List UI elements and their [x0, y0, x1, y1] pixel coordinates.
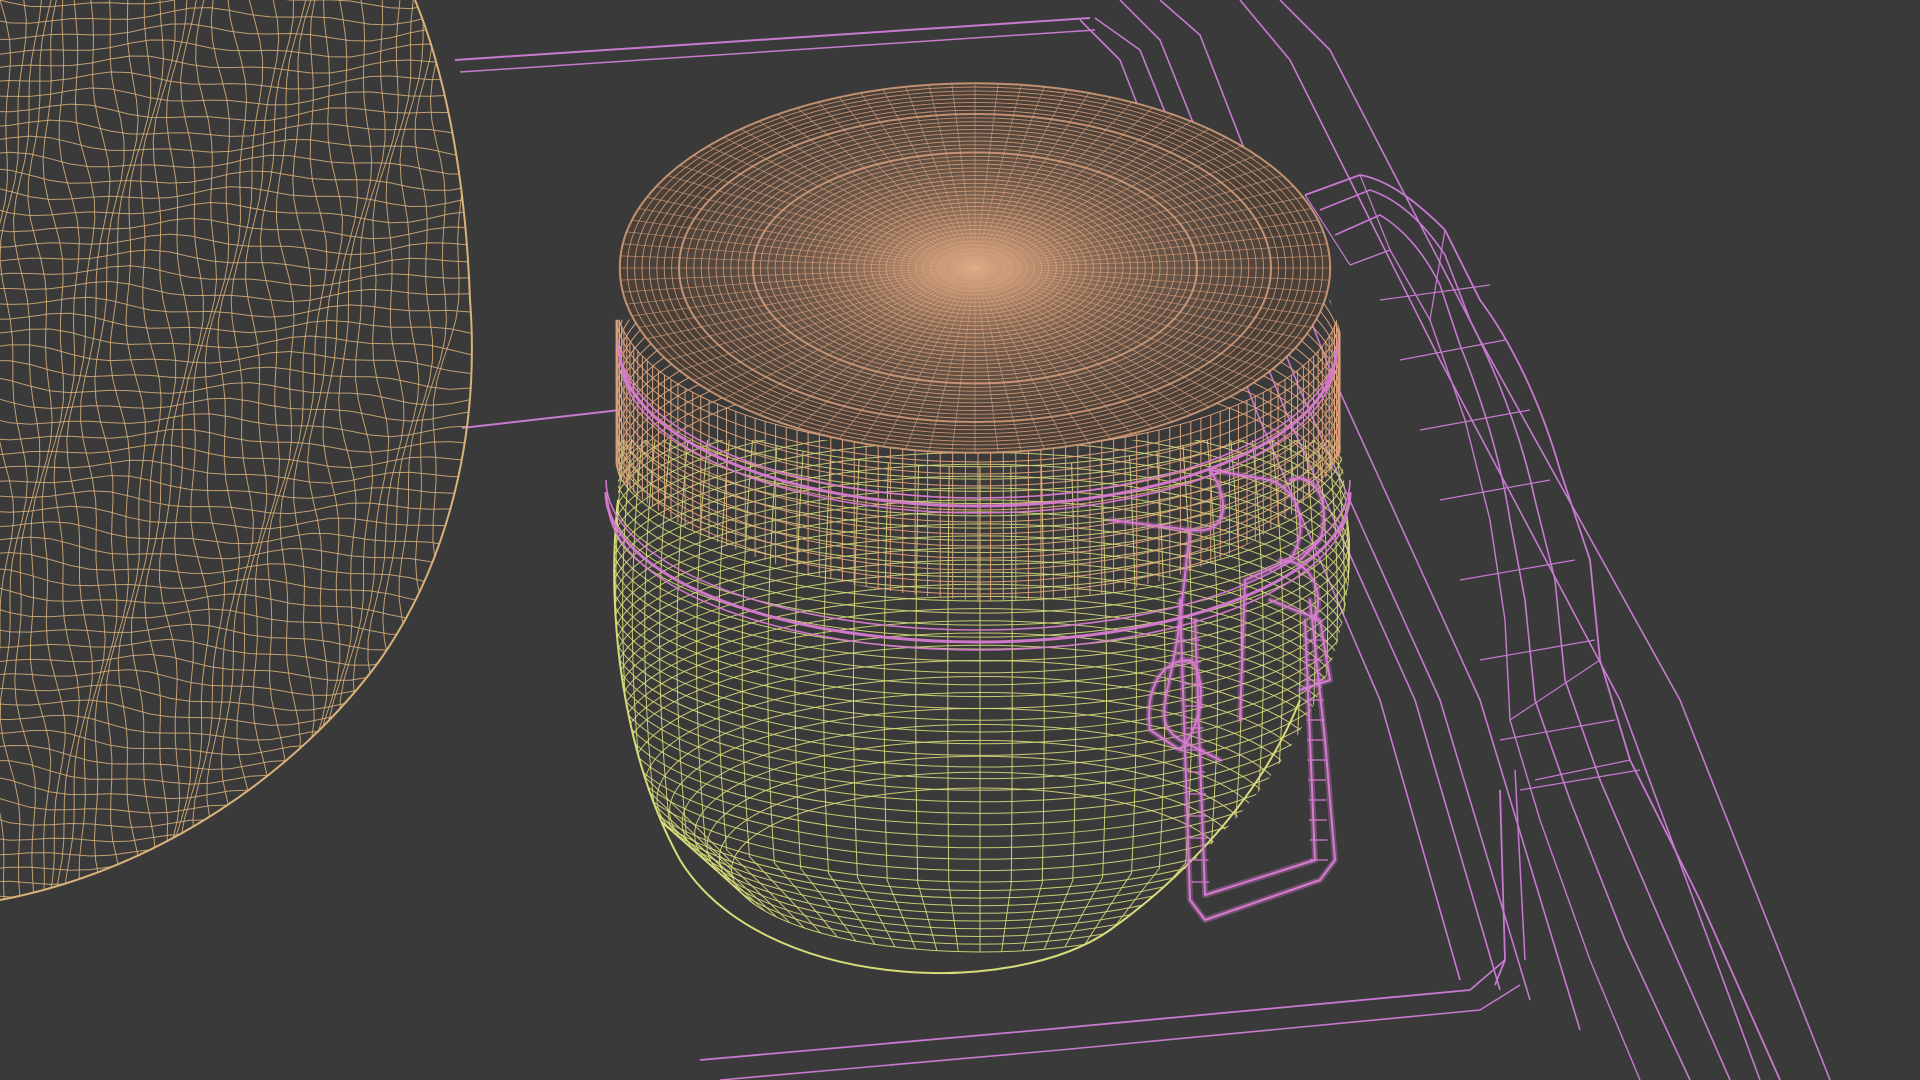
- bread-loaf-outline: [0, 0, 473, 901]
- jar-clasp-wireframe: [1107, 467, 1338, 923]
- 3d-viewport[interactable]: [0, 0, 1920, 1080]
- wireframe-scene[interactable]: [0, 0, 1920, 1080]
- bread-loaf-wireframe: [0, 0, 472, 900]
- jar-lid-top-wireframe: [618, 82, 1332, 454]
